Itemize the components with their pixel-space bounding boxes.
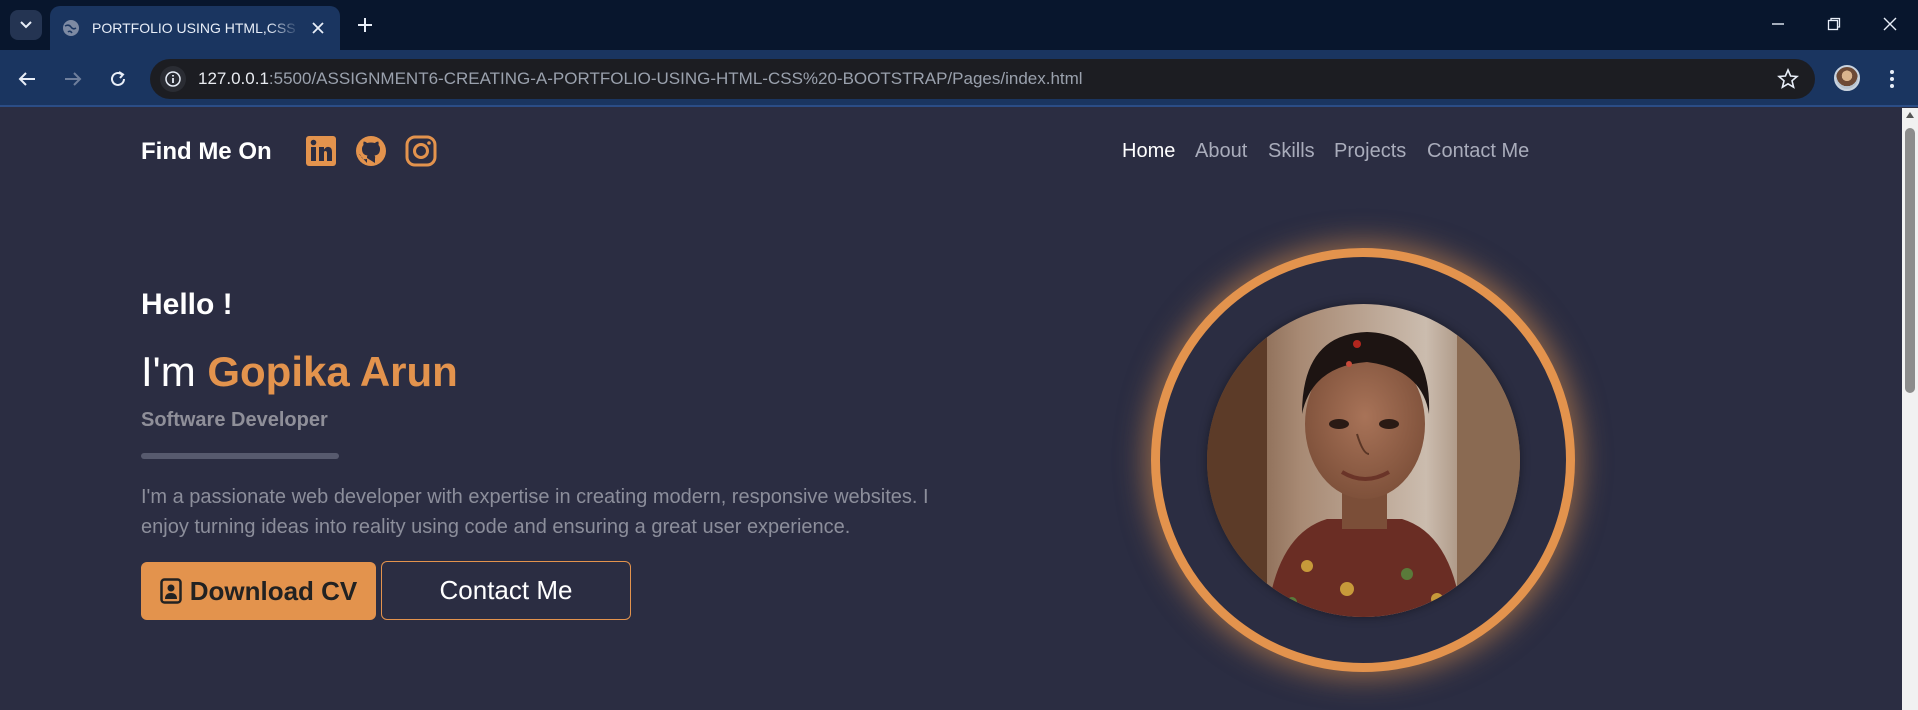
forward-button[interactable] [56, 62, 90, 96]
nav-contact-me[interactable]: Contact Me [1427, 140, 1529, 163]
site-info-icon[interactable] [160, 66, 186, 92]
tab-search-button[interactable] [10, 10, 42, 40]
url-text: 127.0.0.1:5500/ASSIGNMENT6-CREATING-A-PO… [198, 69, 1083, 89]
close-window-button[interactable] [1862, 8, 1918, 40]
more-vert-icon [1890, 70, 1894, 88]
url-host: 127.0.0.1 [198, 69, 269, 88]
intro-heading: I'm Gopika Arun [141, 348, 458, 396]
active-tab[interactable]: PORTFOLIO USING HTML,CSS & BOOTSTRAP [50, 6, 340, 50]
tab-title: PORTFOLIO USING HTML,CSS & BOOTSTRAP [92, 20, 300, 36]
back-button[interactable] [10, 62, 44, 96]
arrow-left-icon [18, 72, 35, 86]
download-cv-button[interactable]: Download CV [141, 562, 376, 620]
reload-icon [111, 71, 125, 86]
chevron-down-icon [20, 21, 32, 29]
nav-skills[interactable]: Skills [1268, 140, 1315, 163]
globe-icon [63, 20, 79, 36]
scroll-up-arrow-icon[interactable] [1906, 112, 1914, 118]
url-path: :5500/ASSIGNMENT6-CREATING-A-PORTFOLIO-U… [268, 69, 1083, 88]
restore-button[interactable] [1806, 8, 1862, 40]
scrollbar-thumb[interactable] [1905, 128, 1915, 393]
close-icon [1883, 17, 1897, 31]
address-bar[interactable]: 127.0.0.1:5500/ASSIGNMENT6-CREATING-A-PO… [150, 59, 1815, 99]
nav-projects[interactable]: Projects [1334, 140, 1406, 163]
download-cv-label: Download CV [189, 575, 358, 606]
browser-toolbar: 127.0.0.1:5500/ASSIGNMENT6-CREATING-A-PO… [0, 50, 1918, 107]
intro-prefix: I'm [141, 348, 208, 395]
linkedin-icon[interactable] [304, 134, 338, 168]
role-subtitle: Software Developer [141, 409, 328, 431]
minimize-icon [1772, 23, 1784, 25]
new-tab-button[interactable] [352, 12, 378, 38]
page-scrollbar[interactable] [1902, 108, 1918, 710]
bio-text: I'm a passionate web developer with expe… [141, 486, 929, 538]
profile-avatar-icon[interactable] [1834, 65, 1860, 91]
restore-icon [1827, 17, 1841, 31]
contact-me-label: Contact Me [439, 575, 573, 605]
greeting: Hello ! [141, 288, 233, 321]
reload-button[interactable] [101, 62, 135, 96]
profile-photo [1207, 304, 1520, 617]
github-icon[interactable] [354, 134, 388, 168]
arrow-right-icon [65, 72, 82, 86]
browser-menu-button[interactable] [1880, 64, 1904, 94]
find-me-heading: Find Me On [141, 138, 272, 165]
plus-icon [358, 18, 372, 32]
developer-name: Gopika Arun [207, 348, 458, 395]
close-tab-icon[interactable] [308, 18, 328, 38]
contact-me-button[interactable]: Contact Me [381, 561, 631, 620]
instagram-icon[interactable] [404, 134, 438, 168]
person-badge-icon [159, 578, 182, 604]
portfolio-page: Find Me On Home About Skills Projects Co… [0, 108, 1902, 710]
bookmark-star-icon[interactable] [1777, 68, 1799, 90]
nav-home[interactable]: Home [1122, 140, 1175, 163]
nav-about[interactable]: About [1195, 140, 1247, 163]
divider-bar [141, 453, 339, 459]
browser-tab-strip: PORTFOLIO USING HTML,CSS & BOOTSTRAP [0, 0, 1918, 50]
minimize-button[interactable] [1750, 8, 1806, 40]
